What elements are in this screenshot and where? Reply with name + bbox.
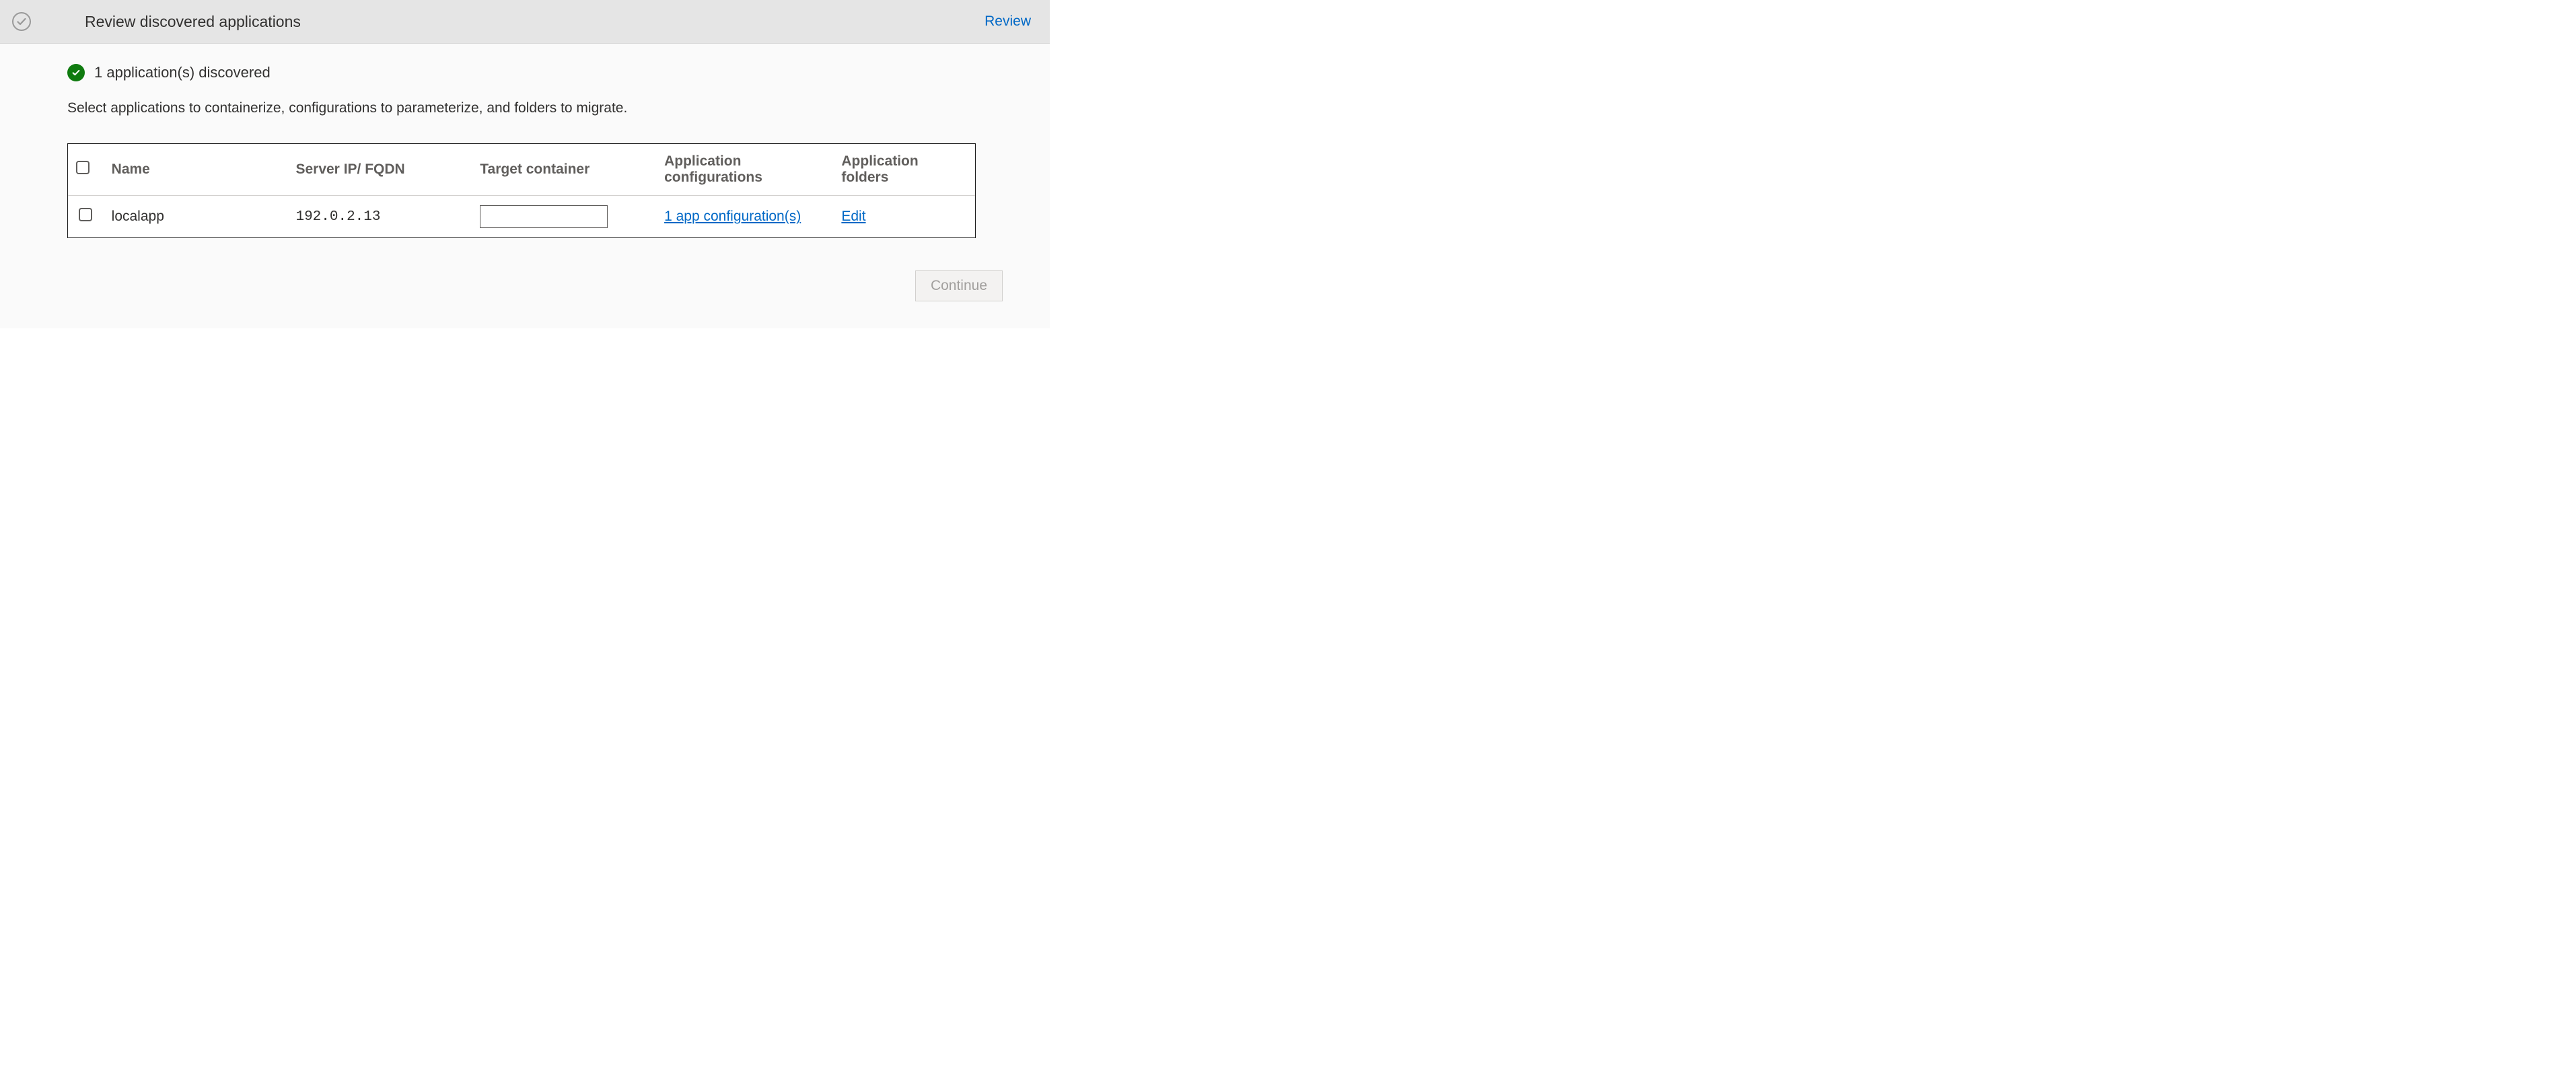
select-all-checkbox[interactable] <box>76 161 90 174</box>
footer-actions: Continue <box>40 270 1009 301</box>
step-header: Review discovered applications Review <box>0 0 1050 44</box>
discovery-status-text: 1 application(s) discovered <box>94 64 271 81</box>
discovery-status: 1 application(s) discovered <box>40 64 1009 81</box>
column-header-name: Name <box>104 144 288 196</box>
app-configurations-link[interactable]: 1 app configuration(s) <box>664 209 801 224</box>
target-container-input[interactable] <box>480 205 608 228</box>
review-link[interactable]: Review <box>985 13 1031 30</box>
blank-region <box>1050 0 2576 1073</box>
step-title: Review discovered applications <box>85 13 985 31</box>
column-header-target: Target container <box>472 144 656 196</box>
column-header-server: Server IP/ FQDN <box>287 144 472 196</box>
page-container: Review discovered applications Review 1 … <box>0 0 1050 328</box>
step-complete-icon <box>12 12 31 31</box>
applications-table: Name Server IP/ FQDN Target container Ap… <box>67 143 976 238</box>
app-name-cell: localapp <box>104 196 288 238</box>
row-checkbox[interactable] <box>79 208 92 221</box>
instruction-text: Select applications to containerize, con… <box>40 100 1009 116</box>
server-ip-cell: 192.0.2.13 <box>287 196 472 238</box>
edit-folders-link[interactable]: Edit <box>841 209 865 224</box>
continue-button[interactable]: Continue <box>915 270 1003 301</box>
column-header-configurations: Application configurations <box>656 144 833 196</box>
column-header-folders: Application folders <box>833 144 975 196</box>
success-check-icon <box>67 64 85 81</box>
main-content: 1 application(s) discovered Select appli… <box>0 44 1050 328</box>
table-row: localapp 192.0.2.13 1 app configuration(… <box>68 196 975 238</box>
